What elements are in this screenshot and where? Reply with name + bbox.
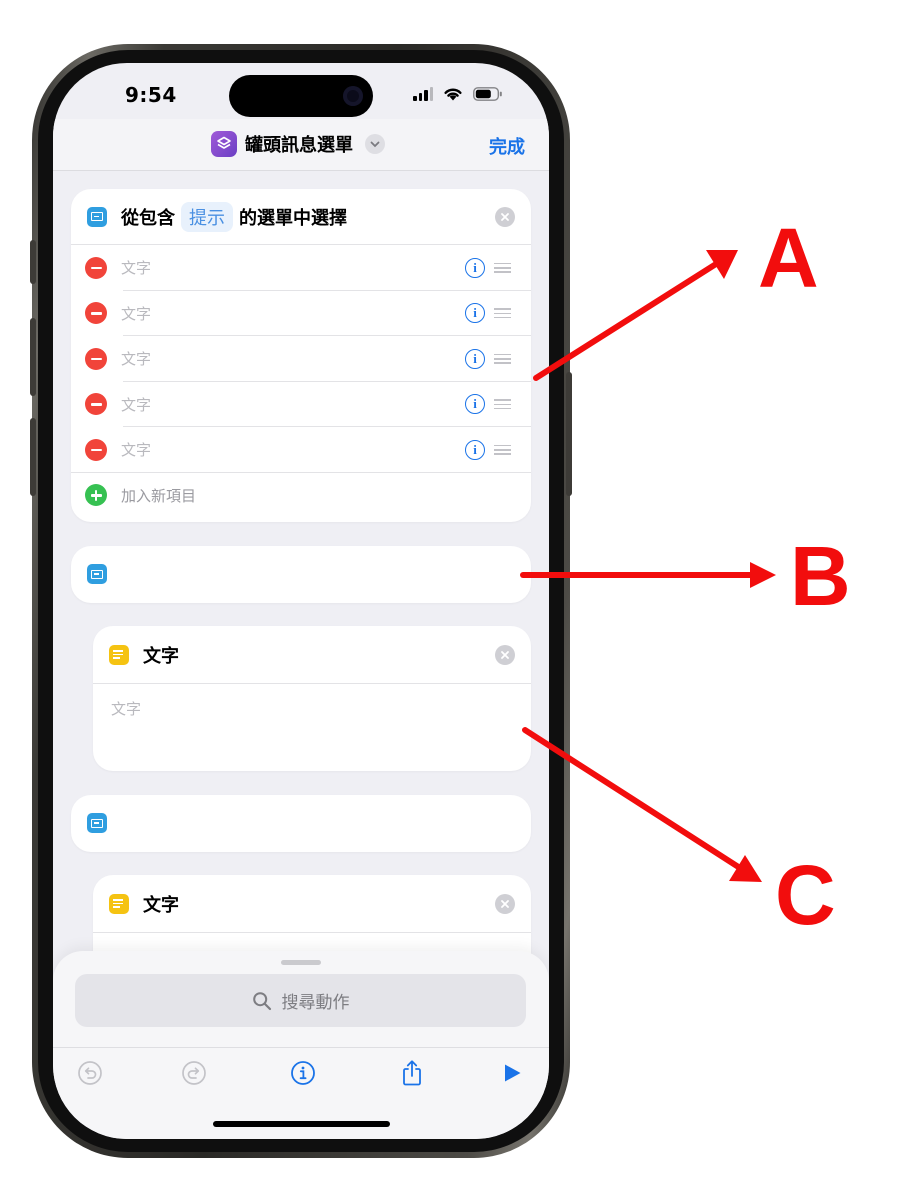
menu-case-block[interactable] <box>71 546 531 603</box>
choose-from-menu-action: 從包含 提示 的選單中選擇 文字 i 文字 i 文字 i 文字 i 文字 i 加… <box>71 189 531 522</box>
menu-action-icon <box>87 206 107 227</box>
status-time: 9:54 <box>125 83 177 107</box>
shortcuts-app-icon <box>211 131 237 157</box>
action-header: 文字 <box>93 626 531 684</box>
menu-item-field[interactable]: 文字 <box>121 303 151 324</box>
text-action-icon <box>109 644 129 665</box>
navigation-bar: 罐頭訊息選單 完成 <box>53 119 549 171</box>
action-title: 文字 <box>143 645 179 667</box>
info-icon[interactable]: i <box>465 394 485 415</box>
details-button[interactable] <box>288 1058 318 1088</box>
info-icon[interactable]: i <box>465 303 485 324</box>
volume-down-button <box>30 418 36 496</box>
shortcut-title-menu[interactable]: 罐頭訊息選單 <box>211 131 385 157</box>
phone-screen: 9:54 罐頭訊息選單 完成 從包含 提示 的選單中選擇 文字 i 文字 i 文… <box>53 63 549 1139</box>
menu-action-icon <box>87 813 107 833</box>
menu-case-block[interactable] <box>71 795 531 852</box>
shortcut-title: 罐頭訊息選單 <box>245 135 353 156</box>
annotation-label-c: C <box>775 848 836 942</box>
menu-item-field[interactable]: 文字 <box>121 257 151 278</box>
chevron-down-icon[interactable] <box>365 134 385 154</box>
cellular-signal-icon <box>413 86 433 101</box>
action-header: 從包含 提示 的選單中選擇 <box>71 189 531 245</box>
undo-button[interactable] <box>75 1058 105 1088</box>
home-indicator[interactable] <box>213 1121 390 1127</box>
text-action: 文字 文字 <box>93 626 531 771</box>
search-actions-field[interactable]: 搜尋動作 <box>75 974 526 1027</box>
redo-button[interactable] <box>179 1058 209 1088</box>
sheet-grabber[interactable] <box>281 960 321 965</box>
info-icon[interactable]: i <box>465 439 485 460</box>
power-button <box>566 372 572 496</box>
action-button <box>30 240 36 284</box>
annotation-label-a: A <box>758 211 819 305</box>
action-title: 文字 <box>143 894 179 916</box>
search-placeholder: 搜尋動作 <box>281 993 350 1013</box>
drag-handle-icon[interactable] <box>494 308 511 319</box>
action-header: 文字 <box>93 875 531 933</box>
remove-item-button[interactable] <box>85 256 107 279</box>
share-button[interactable] <box>397 1058 427 1088</box>
action-title: 從包含 提示 的選單中選擇 <box>121 201 347 232</box>
add-new-item-label[interactable]: 加入新項目 <box>121 485 196 506</box>
text-action-icon <box>109 893 129 914</box>
search-icon <box>252 991 271 1010</box>
dynamic-island <box>229 75 373 117</box>
volume-up-button <box>30 318 36 396</box>
menu-item-field[interactable]: 文字 <box>121 394 151 415</box>
drag-handle-icon[interactable] <box>494 444 511 455</box>
info-icon[interactable]: i <box>465 348 485 369</box>
menu-item: 文字 i <box>71 245 531 291</box>
remove-item-button[interactable] <box>85 393 107 416</box>
menu-item: 文字 i <box>71 427 531 473</box>
menu-item-field[interactable]: 文字 <box>121 439 151 460</box>
menu-item: 文字 i <box>71 336 531 382</box>
done-button[interactable]: 完成 <box>489 133 525 159</box>
remove-action-button[interactable] <box>495 206 515 227</box>
battery-icon <box>473 86 502 101</box>
prompt-token[interactable]: 提示 <box>181 201 233 232</box>
menu-item: 文字 i <box>71 382 531 427</box>
annotation-label-b: B <box>790 529 851 623</box>
add-item-button[interactable] <box>85 484 107 507</box>
status-icons <box>413 86 503 101</box>
menu-item: 文字 i <box>71 291 531 336</box>
remove-item-button[interactable] <box>85 438 107 461</box>
text-input[interactable]: 文字 <box>93 684 531 733</box>
redo-icon <box>182 1061 206 1085</box>
remove-item-button[interactable] <box>85 347 107 370</box>
add-new-item-row[interactable]: 加入新項目 <box>71 473 531 519</box>
action-search-sheet: 搜尋動作 <box>53 951 549 1139</box>
menu-action-icon <box>87 564 107 584</box>
info-icon[interactable]: i <box>465 257 485 278</box>
share-icon <box>403 1060 421 1086</box>
drag-handle-icon[interactable] <box>494 353 511 364</box>
undo-icon <box>78 1061 102 1085</box>
drag-handle-icon[interactable] <box>494 262 511 273</box>
drag-handle-icon[interactable] <box>494 399 511 410</box>
remove-item-button[interactable] <box>85 302 107 325</box>
wifi-icon <box>444 88 462 101</box>
menu-item-field[interactable]: 文字 <box>121 348 151 369</box>
play-icon <box>505 1064 521 1082</box>
run-button[interactable] <box>497 1058 527 1088</box>
remove-action-button[interactable] <box>495 893 515 914</box>
remove-action-button[interactable] <box>495 644 515 665</box>
info-icon <box>291 1061 315 1085</box>
